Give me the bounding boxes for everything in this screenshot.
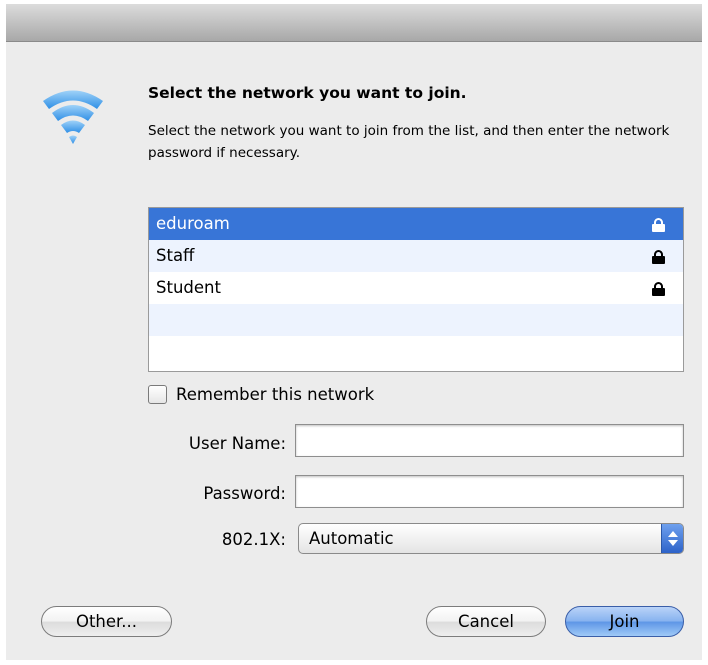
network-list[interactable]: eduroam Staff Student [148,207,684,372]
lock-icon [652,218,665,232]
network-row[interactable]: eduroam [149,208,683,240]
updown-arrows-icon [661,524,683,553]
dialog-heading: Select the network you want to join. [148,84,467,102]
network-name: eduroam [156,214,230,233]
window-titlebar[interactable] [6,4,702,42]
lock-icon [652,250,665,264]
network-name: Student [156,278,221,297]
password-label: Password: [203,484,286,503]
username-label: User Name: [188,434,286,453]
network-name: Staff [156,246,195,265]
auth-select-value: Automatic [309,529,394,548]
remember-network-option[interactable]: Remember this network [148,383,374,405]
other-button[interactable]: Other... [41,606,172,637]
auth-select[interactable]: Automatic [298,523,684,554]
auth-label: 802.1X: [221,530,286,549]
network-row[interactable]: Student [149,272,683,304]
password-field[interactable] [295,475,684,508]
network-row[interactable]: Staff [149,240,683,272]
wifi-icon [43,90,103,144]
lock-icon [652,282,665,296]
username-field[interactable] [295,424,684,457]
remember-checkbox[interactable] [148,384,167,404]
dialog-description: Select the network you want to join from… [148,123,670,161]
cancel-button[interactable]: Cancel [426,606,546,637]
remember-label: Remember this network [176,384,375,404]
join-button[interactable]: Join [565,606,684,637]
empty-row [149,304,683,336]
empty-row [149,336,683,368]
